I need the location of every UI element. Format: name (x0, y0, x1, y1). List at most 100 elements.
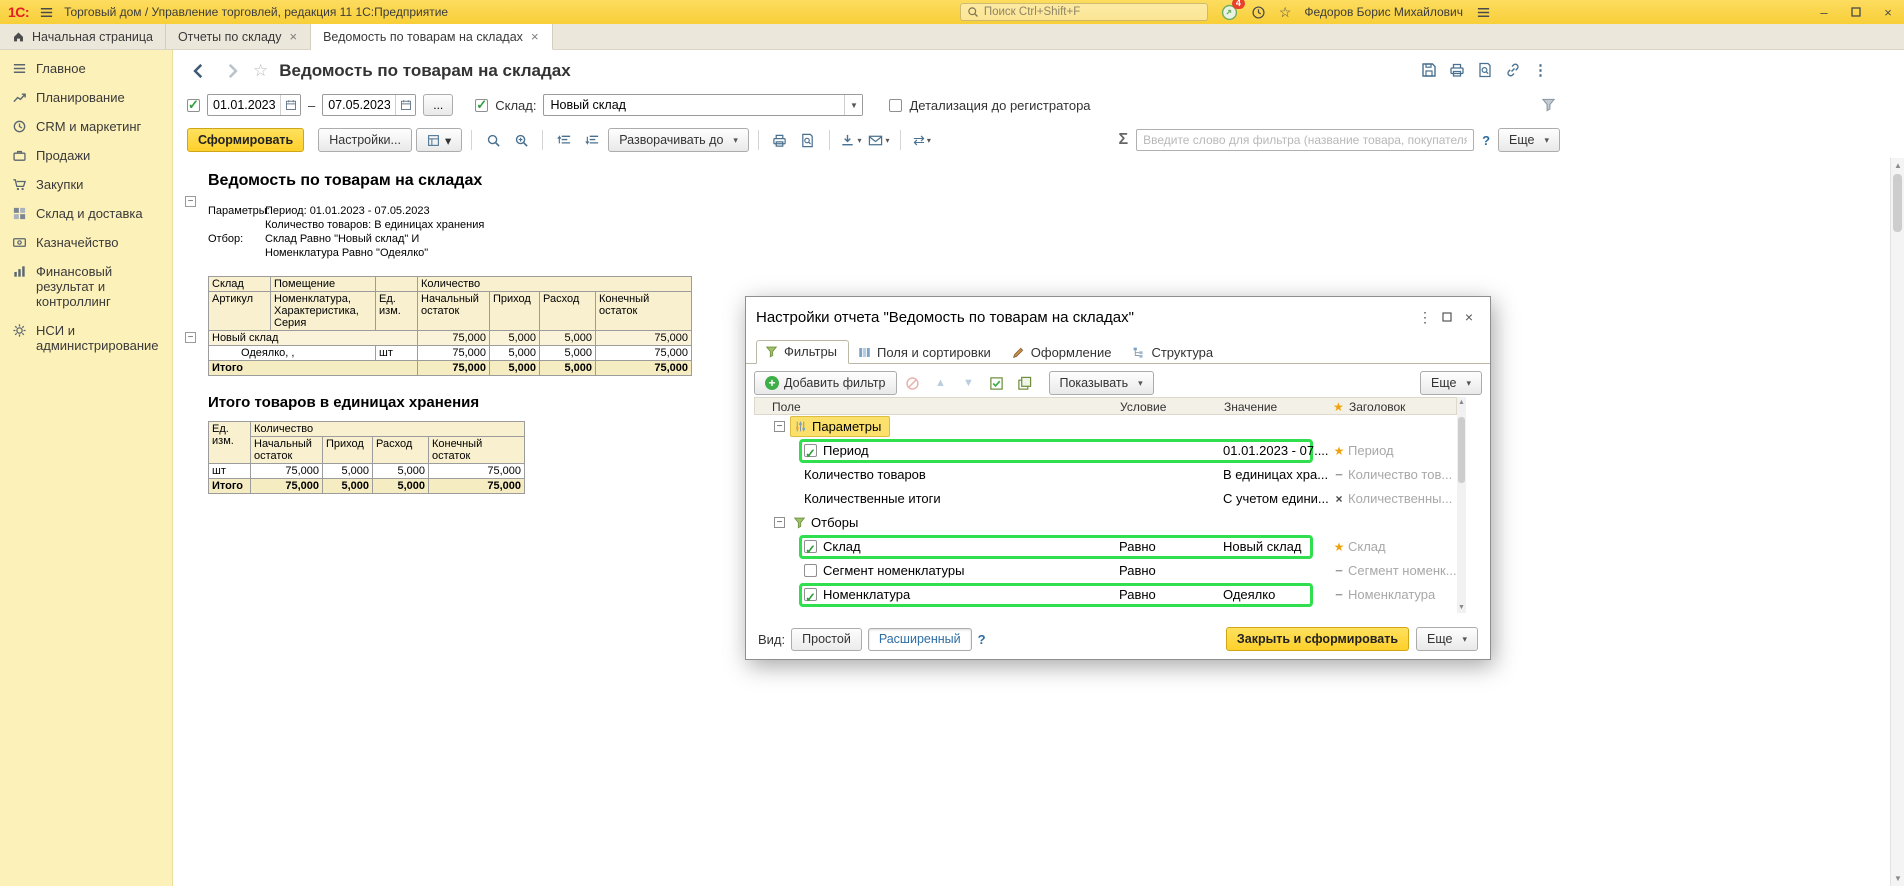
footer-more-button[interactable]: Еще (1416, 627, 1478, 651)
value-cell[interactable]: 75,000 (429, 464, 525, 479)
show-button[interactable]: Показывать (1049, 371, 1154, 395)
detail-checkbox[interactable] (889, 99, 902, 112)
value-cell[interactable]: 5,000 (323, 464, 373, 479)
warehouse-checkbox[interactable] (475, 99, 488, 112)
sidebar-item-crm[interactable]: CRM и маркетинг (0, 112, 172, 141)
help-link[interactable]: ? (1482, 133, 1490, 148)
main-menu-icon[interactable] (39, 5, 54, 20)
row-checkbox[interactable] (804, 444, 817, 457)
total-label-cell[interactable]: Итого (209, 479, 251, 494)
condition-cell[interactable]: Равно (1119, 535, 1219, 559)
global-search-input[interactable] (984, 6, 1201, 18)
group-row-parameters[interactable]: − Параметры (754, 415, 1457, 439)
value-cell[interactable]: 75,000 (418, 331, 490, 346)
value-cell[interactable]: 5,000 (540, 361, 596, 376)
row-checkbox[interactable] (804, 564, 817, 577)
uncheck-all-button[interactable] (1013, 371, 1037, 395)
sidebar-item-treasury[interactable]: Казначейство (0, 228, 172, 257)
close-and-generate-button[interactable]: Закрыть и сформировать (1226, 627, 1409, 651)
check-all-button[interactable] (985, 371, 1009, 395)
favorite-star-icon[interactable]: ☆ (253, 61, 268, 81)
date-from-input[interactable] (208, 98, 280, 112)
print-preview-icon[interactable] (1477, 62, 1493, 78)
value-cell[interactable]: 01.01.2023 - 07.... (1223, 439, 1329, 463)
condition-cell[interactable]: Равно (1119, 583, 1219, 607)
unit-cell[interactable]: шт (376, 346, 418, 361)
value-cell[interactable]: 5,000 (490, 361, 540, 376)
sidebar-item-finance[interactable]: Финансовый результат и контроллинг (0, 257, 172, 316)
value-cell[interactable]: 5,000 (490, 331, 540, 346)
scroll-down-icon[interactable]: ▼ (1457, 604, 1466, 611)
settings-variants-button[interactable]: ▾ (416, 128, 462, 152)
dash-icon[interactable]: − (1330, 583, 1348, 607)
tab-appearance[interactable]: Оформление (1003, 341, 1124, 364)
period-variants-button[interactable]: ... (423, 94, 453, 116)
tab-goods-statement[interactable]: Ведомость по товарам на складах × (311, 24, 552, 50)
move-down-button[interactable]: ▼ (957, 371, 981, 395)
sidebar-item-sales[interactable]: Продажи (0, 141, 172, 170)
expand-groups-button[interactable] (580, 128, 604, 152)
tab-home[interactable]: Начальная страница (0, 24, 166, 49)
dialog-more-button[interactable]: Еще (1420, 371, 1482, 395)
dash-icon[interactable]: − (1330, 559, 1348, 583)
dialog-help-link[interactable]: ? (978, 632, 986, 647)
item-name-cell[interactable]: Одеялко, , (209, 346, 376, 361)
generate-button[interactable]: Сформировать (187, 128, 304, 152)
value-cell[interactable]: 5,000 (323, 479, 373, 494)
print-preview-button[interactable] (796, 128, 820, 152)
value-cell[interactable]: 75,000 (596, 361, 692, 376)
global-search[interactable] (960, 3, 1208, 21)
row-quantity[interactable]: Количество товаров В единицах хра... − К… (754, 463, 1457, 487)
condition-cell[interactable]: Равно (1119, 559, 1219, 583)
value-cell[interactable]: 75,000 (596, 346, 692, 361)
value-cell[interactable]: 5,000 (373, 464, 429, 479)
value-cell[interactable]: 75,000 (418, 361, 490, 376)
important-star-icon[interactable]: ★ (1330, 535, 1348, 559)
close-tab-icon[interactable]: × (530, 29, 540, 44)
value-cell[interactable]: 75,000 (251, 479, 323, 494)
collapse-group-icon[interactable]: − (185, 196, 196, 207)
combo-dropdown-icon[interactable]: ▼ (844, 95, 862, 115)
important-star-icon[interactable]: ★ (1330, 439, 1348, 463)
back-button[interactable] (187, 59, 211, 83)
sidebar-item-purchases[interactable]: Закупки (0, 170, 172, 199)
history-icon[interactable] (1251, 5, 1266, 20)
collapse-group-icon[interactable]: − (185, 332, 196, 343)
group-name-cell[interactable]: Новый склад (209, 331, 418, 346)
autosum-icon[interactable]: Σ (1118, 131, 1128, 149)
service-menu-icon[interactable] (1476, 5, 1491, 20)
scrollbar-thumb[interactable] (1458, 417, 1465, 483)
value-cell[interactable]: 5,000 (540, 331, 596, 346)
unit-cell[interactable]: шт (209, 464, 251, 479)
save-icon[interactable] (1421, 62, 1437, 78)
dash-icon[interactable]: − (1330, 463, 1348, 487)
user-menu[interactable]: Федоров Борис Михайлович (1304, 5, 1463, 19)
view-extended-button[interactable]: Расширенный (868, 628, 972, 651)
value-cell[interactable]: 75,000 (251, 464, 323, 479)
calendar-icon[interactable] (395, 95, 415, 115)
quick-filter-input[interactable] (1136, 129, 1474, 151)
dialog-close-icon[interactable]: × (1458, 309, 1480, 325)
collapse-icon[interactable]: − (774, 517, 785, 528)
tab-filters[interactable]: Фильтры (756, 340, 849, 364)
collapse-icon[interactable]: − (774, 421, 785, 432)
minimize-button[interactable]: – (1816, 5, 1832, 20)
scroll-up-icon[interactable]: ▲ (1891, 161, 1904, 170)
delete-filter-button[interactable] (901, 371, 925, 395)
find-next-button[interactable] (509, 128, 533, 152)
scrollbar-thumb[interactable] (1893, 174, 1902, 232)
value-cell[interactable]: 75,000 (418, 346, 490, 361)
close-button[interactable]: × (1880, 5, 1896, 20)
scroll-up-icon[interactable]: ▲ (1457, 399, 1466, 406)
view-simple-button[interactable]: Простой (791, 628, 862, 651)
cross-icon[interactable]: × (1330, 487, 1348, 511)
value-cell[interactable]: 75,000 (429, 479, 525, 494)
notifications-button[interactable]: 4 (1221, 4, 1238, 21)
group-row-selections[interactable]: − Отборы (754, 511, 1457, 535)
more-button[interactable]: Еще (1498, 128, 1560, 152)
calendar-icon[interactable] (280, 95, 300, 115)
dialog-more-icon[interactable]: ⋮ (1414, 309, 1436, 326)
filter-funnel-icon[interactable] (1541, 97, 1556, 112)
sidebar-item-admin[interactable]: НСИ и администрирование (0, 316, 172, 360)
row-nomenclature[interactable]: Номенклатура Равно Одеялко − Номенклатур… (754, 583, 1457, 607)
